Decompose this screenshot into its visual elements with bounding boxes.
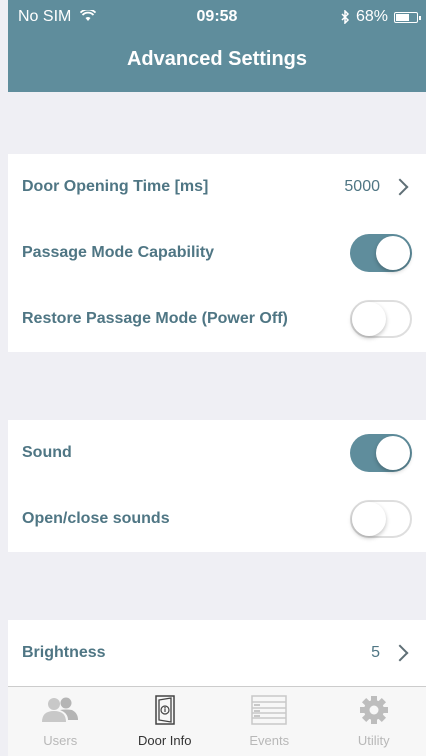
battery-icon	[394, 11, 421, 23]
door-info-icon	[155, 695, 175, 725]
tab-events[interactable]: Events	[217, 687, 322, 756]
restore-passage-mode-toggle[interactable]	[350, 300, 412, 338]
door-opening-time-label: Door Opening Time [ms]	[22, 178, 209, 195]
brightness-label: Brightness	[22, 644, 106, 661]
tab-label: Door Info	[138, 733, 192, 748]
tab-label: Users	[43, 733, 78, 748]
toggle-knob	[376, 236, 410, 270]
open-close-sounds-row: Open/close sounds	[8, 486, 426, 552]
display-settings-group: Brightness 5	[8, 620, 426, 686]
tab-label: Events	[249, 733, 290, 748]
battery-fill	[396, 13, 409, 21]
gear-icon	[359, 696, 388, 724]
door-opening-time-row[interactable]: Door Opening Time [ms] 5000	[8, 154, 426, 220]
page-title: Advanced Settings	[126, 48, 308, 70]
sound-label: Sound	[22, 444, 72, 461]
open-close-sounds-toggle[interactable]	[350, 500, 412, 538]
status-bar: No SIM 09:58 68%	[8, 0, 426, 32]
toggle-knob	[352, 302, 386, 336]
toggle-knob	[376, 436, 410, 470]
open-close-sounds-label: Open/close sounds	[22, 510, 170, 527]
brightness-value: 5	[371, 644, 380, 661]
restore-passage-mode-row: Restore Passage Mode (Power Off)	[8, 286, 426, 352]
tab-utility[interactable]: Utility	[322, 687, 426, 756]
chevron-right-icon	[391, 644, 409, 662]
toggle-knob	[352, 502, 386, 536]
passage-mode-capability-row: Passage Mode Capability	[8, 220, 426, 286]
users-icon	[42, 697, 79, 722]
header-bar: No SIM 09:58 68% Advanced Settings	[8, 0, 426, 92]
door-settings-group: Door Opening Time [ms] 5000 Passage Mode…	[8, 154, 426, 352]
passage-mode-capability-label: Passage Mode Capability	[22, 244, 215, 261]
restore-passage-mode-label: Restore Passage Mode (Power Off)	[22, 310, 288, 327]
settings-list: Door Opening Time [ms] 5000 Passage Mode…	[8, 92, 426, 686]
sound-toggle[interactable]	[350, 434, 412, 472]
passage-mode-capability-toggle[interactable]	[350, 234, 412, 272]
door-opening-time-value: 5000	[344, 178, 380, 195]
tab-label: Utility	[357, 733, 390, 748]
brightness-row[interactable]: Brightness 5	[8, 620, 426, 686]
chevron-right-icon	[391, 178, 409, 196]
sound-settings-group: Sound Open/close sounds	[8, 420, 426, 552]
sound-row: Sound	[8, 420, 426, 486]
tab-bar: Users Door Info Events Utility	[8, 686, 426, 756]
tab-users[interactable]: Users	[8, 687, 113, 756]
events-icon	[251, 695, 287, 725]
tab-door-info[interactable]: Door Info	[113, 687, 218, 756]
bluetooth-icon	[341, 10, 350, 24]
battery-percent: 68%	[355, 8, 388, 25]
